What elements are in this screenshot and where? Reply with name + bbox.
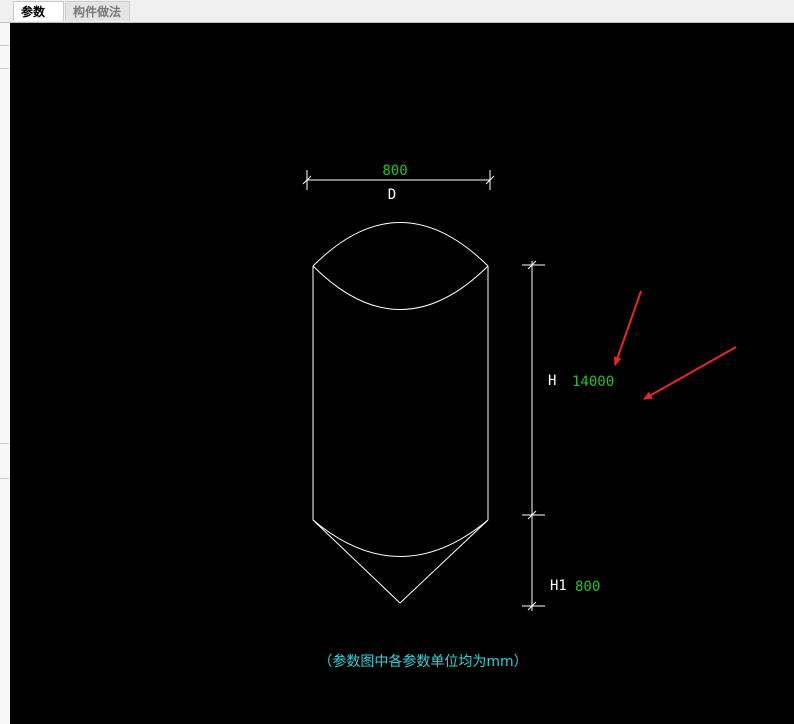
panel-divider [0,68,9,69]
cone-height-value[interactable]: 800 [575,579,600,595]
height-dimension [522,260,545,611]
cone-right [399,519,489,604]
parameter-diagram-canvas: 800 D H 14000 H1 800 （参数图中各参数单位均为mm） [10,23,794,724]
tab-parameter-diagram[interactable]: 参数图 [13,1,64,39]
units-note: （参数图中各参数单位均为mm） [318,653,527,670]
tab-component-method[interactable]: 构件做法 [65,1,130,21]
cone-height-label: H1 [550,578,567,594]
red-arrow [643,346,737,400]
height-value[interactable]: 14000 [572,374,614,390]
cone-left [312,519,401,604]
diameter-label: D [388,187,396,203]
panel-divider [0,45,9,46]
height-label: H [548,373,556,389]
red-arrow [613,290,642,366]
silo-outline [312,222,489,604]
tab-bar: 参数图 构件做法 [0,0,794,39]
panel-divider [0,443,9,444]
cylinder-bottom-curve [312,519,489,557]
top-ellipse-upper [312,222,489,267]
panel-divider [0,478,9,479]
diameter-value[interactable]: 800 [382,163,407,179]
silo-drawing: 800 D H 14000 H1 800 （参数图中各参数单位均为mm） [302,163,737,670]
top-ellipse-lower [312,265,489,310]
